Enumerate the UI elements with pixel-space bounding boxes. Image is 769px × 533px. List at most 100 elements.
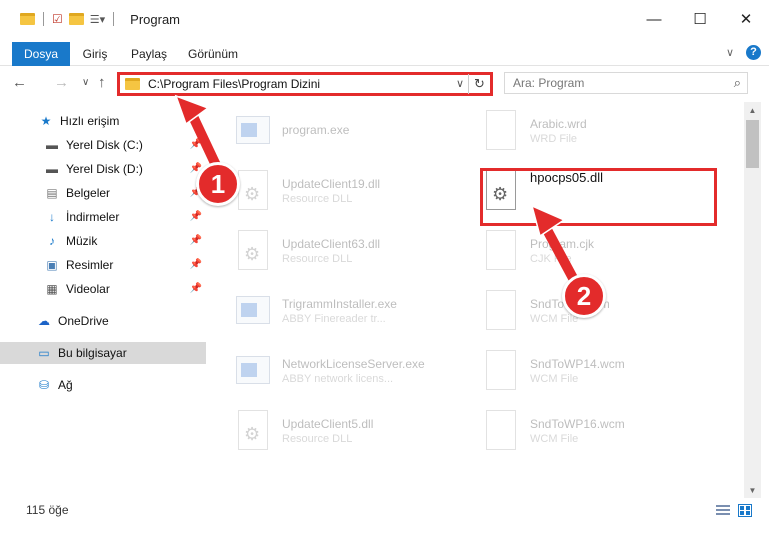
address-path[interactable]: C:\Program Files\Program Dizini	[148, 77, 320, 91]
list-item[interactable]: SndToWP16.wcm WCM File	[482, 406, 722, 456]
documents-icon: ▤	[46, 186, 58, 200]
dll-file-icon: ⚙	[234, 410, 270, 452]
highlight-box	[480, 168, 717, 226]
expand-ribbon-icon[interactable]: ∨	[726, 46, 734, 59]
sidebar-item-disk-d[interactable]: ▬ Yerel Disk (D:) 📌	[0, 158, 206, 180]
file-name: UpdateClient63.dll	[282, 237, 381, 251]
tab-home[interactable]: Giriş	[72, 42, 118, 66]
list-item[interactable]: ⚙ UpdateClient63.dll Resource DLL	[234, 226, 474, 276]
file-icon	[482, 290, 518, 332]
file-type: WCM File	[530, 373, 579, 385]
sidebar-item-label: Bu bilgisayar	[58, 346, 127, 360]
list-item[interactable]: NetworkLicenseServer.exe ABBY network lic…	[234, 346, 474, 396]
customize-toolbar-icon[interactable]: ☰▾	[90, 13, 105, 26]
folder-icon	[20, 13, 35, 25]
sidebar-item-music[interactable]: ♪ Müzik 📌	[0, 230, 206, 252]
sidebar-item-label: Resimler	[66, 258, 114, 272]
file-type: Resource DLL	[282, 253, 353, 265]
drive-icon: ▬	[46, 138, 58, 152]
file-type: ABBY Finereader tr...	[282, 313, 386, 325]
drive-icon: ▬	[46, 162, 58, 176]
navigation-pane: ★ Hızlı erişim ▬ Yerel Disk (C:) 📌 ▬ Yer…	[0, 102, 210, 492]
window-title: Program	[130, 11, 181, 27]
sidebar-item-network[interactable]: ⛁ Ağ	[0, 374, 206, 396]
videos-icon: ▦	[46, 282, 58, 296]
file-name: program.exe	[282, 123, 350, 137]
file-list: program.exe ⚙ UpdateClient19.dll Resource…	[220, 102, 740, 492]
sidebar-item-label: Hızlı erişim	[60, 114, 120, 128]
sidebar-item-onedrive[interactable]: ☁ OneDrive	[0, 310, 206, 332]
exe-file-icon	[234, 290, 270, 332]
pin-icon: 📌	[189, 235, 202, 246]
refresh-button[interactable]: ↻	[468, 74, 490, 94]
address-bar[interactable]: C:\Program Files\Program Dizini ∨ ↻	[117, 72, 493, 96]
tab-share[interactable]: Paylaş	[124, 42, 174, 66]
file-icon	[482, 110, 518, 152]
list-item[interactable]: program.exe	[234, 106, 474, 156]
close-button[interactable]: ✕	[723, 0, 769, 38]
tab-file[interactable]: Dosya	[12, 42, 70, 66]
sidebar-item-disk-c[interactable]: ▬ Yerel Disk (C:) 📌	[0, 134, 206, 156]
details-view-icon[interactable]	[716, 504, 730, 517]
help-icon[interactable]: ?	[746, 44, 761, 60]
dll-file-icon: ⚙	[234, 170, 270, 212]
new-folder-icon[interactable]	[68, 13, 84, 25]
vertical-scrollbar[interactable]: ▲ ▼	[744, 102, 761, 498]
back-button[interactable]: ←	[12, 74, 27, 91]
forward-button[interactable]: →	[54, 74, 69, 91]
list-item[interactable]: SndToWP14.wcm WCM File	[482, 346, 722, 396]
step-badge-2: 2	[562, 274, 606, 318]
recent-locations-button[interactable]: ∨	[82, 77, 89, 88]
file-name: SndToWP14.wcm	[530, 357, 625, 371]
scrollbar-thumb[interactable]	[746, 120, 759, 168]
exe-file-icon	[234, 110, 270, 152]
search-input[interactable]: Ara: Program	[513, 76, 584, 90]
address-dropdown-icon[interactable]: ∨	[456, 77, 464, 90]
up-button[interactable]: ↑	[98, 74, 106, 91]
folder-icon	[125, 78, 140, 90]
file-name: NetworkLicenseServer.exe	[282, 357, 425, 371]
list-item[interactable]: ⚙ UpdateClient5.dll Resource DLL	[234, 406, 474, 456]
sidebar-item-documents[interactable]: ▤ Belgeler 📌	[0, 182, 206, 204]
title-bar: ☑ ☰▾ Program — ☐ ✕	[0, 0, 769, 38]
list-item[interactable]: TrigrammInstaller.exe ABBY Finereader tr.…	[234, 286, 474, 336]
music-icon: ♪	[49, 234, 55, 248]
ribbon-controls: ∨ ?	[726, 42, 761, 62]
maximize-button[interactable]: ☐	[677, 0, 723, 38]
pin-icon: 📌	[189, 211, 202, 222]
sidebar-item-label: Ağ	[58, 378, 73, 392]
list-item[interactable]: Program.cjk CJK File	[482, 226, 722, 276]
downloads-icon: ↓	[49, 210, 55, 224]
pin-icon: 📌	[189, 283, 202, 294]
properties-icon[interactable]: ☑	[52, 12, 63, 26]
sidebar-item-label: Müzik	[66, 234, 98, 248]
file-type: Resource DLL	[282, 433, 353, 445]
large-icons-view-icon[interactable]	[738, 504, 752, 517]
pictures-icon: ▣	[46, 258, 58, 272]
sidebar-item-quick-access[interactable]: ★ Hızlı erişim	[0, 110, 206, 132]
tab-view[interactable]: Görünüm	[180, 42, 246, 66]
file-name: TrigrammInstaller.exe	[282, 297, 397, 311]
sidebar-item-videos[interactable]: ▦ Videolar 📌	[0, 278, 206, 300]
list-item[interactable]: ⚙ UpdateClient19.dll Resource DLL	[234, 166, 474, 216]
scroll-up-icon[interactable]: ▲	[744, 102, 761, 118]
sidebar-item-this-pc[interactable]: ▭ Bu bilgisayar	[0, 342, 206, 364]
file-name: Program.cjk	[530, 237, 595, 251]
file-name: UpdateClient5.dll	[282, 417, 374, 431]
minimize-button[interactable]: —	[631, 0, 677, 38]
file-type: WCM File	[530, 433, 579, 445]
sidebar-item-label: Yerel Disk (C:)	[66, 138, 143, 152]
search-box[interactable]: Ara: Program ⌕	[504, 72, 748, 94]
file-type: ABBY network licens...	[282, 373, 394, 385]
divider	[113, 12, 115, 26]
scroll-down-icon[interactable]: ▼	[744, 482, 761, 498]
status-bar: 115 öğe	[0, 498, 769, 522]
pin-icon: 📌	[189, 259, 202, 270]
sidebar-item-downloads[interactable]: ↓ İndirmeler 📌	[0, 206, 206, 228]
file-type: Resource DLL	[282, 193, 353, 205]
sidebar-item-pictures[interactable]: ▣ Resimler 📌	[0, 254, 206, 276]
sidebar-item-label: Yerel Disk (D:)	[66, 162, 143, 176]
list-item[interactable]: Arabic.wrd WRD File	[482, 106, 722, 156]
dll-file-icon: ⚙	[234, 230, 270, 272]
search-icon[interactable]: ⌕	[734, 75, 741, 91]
